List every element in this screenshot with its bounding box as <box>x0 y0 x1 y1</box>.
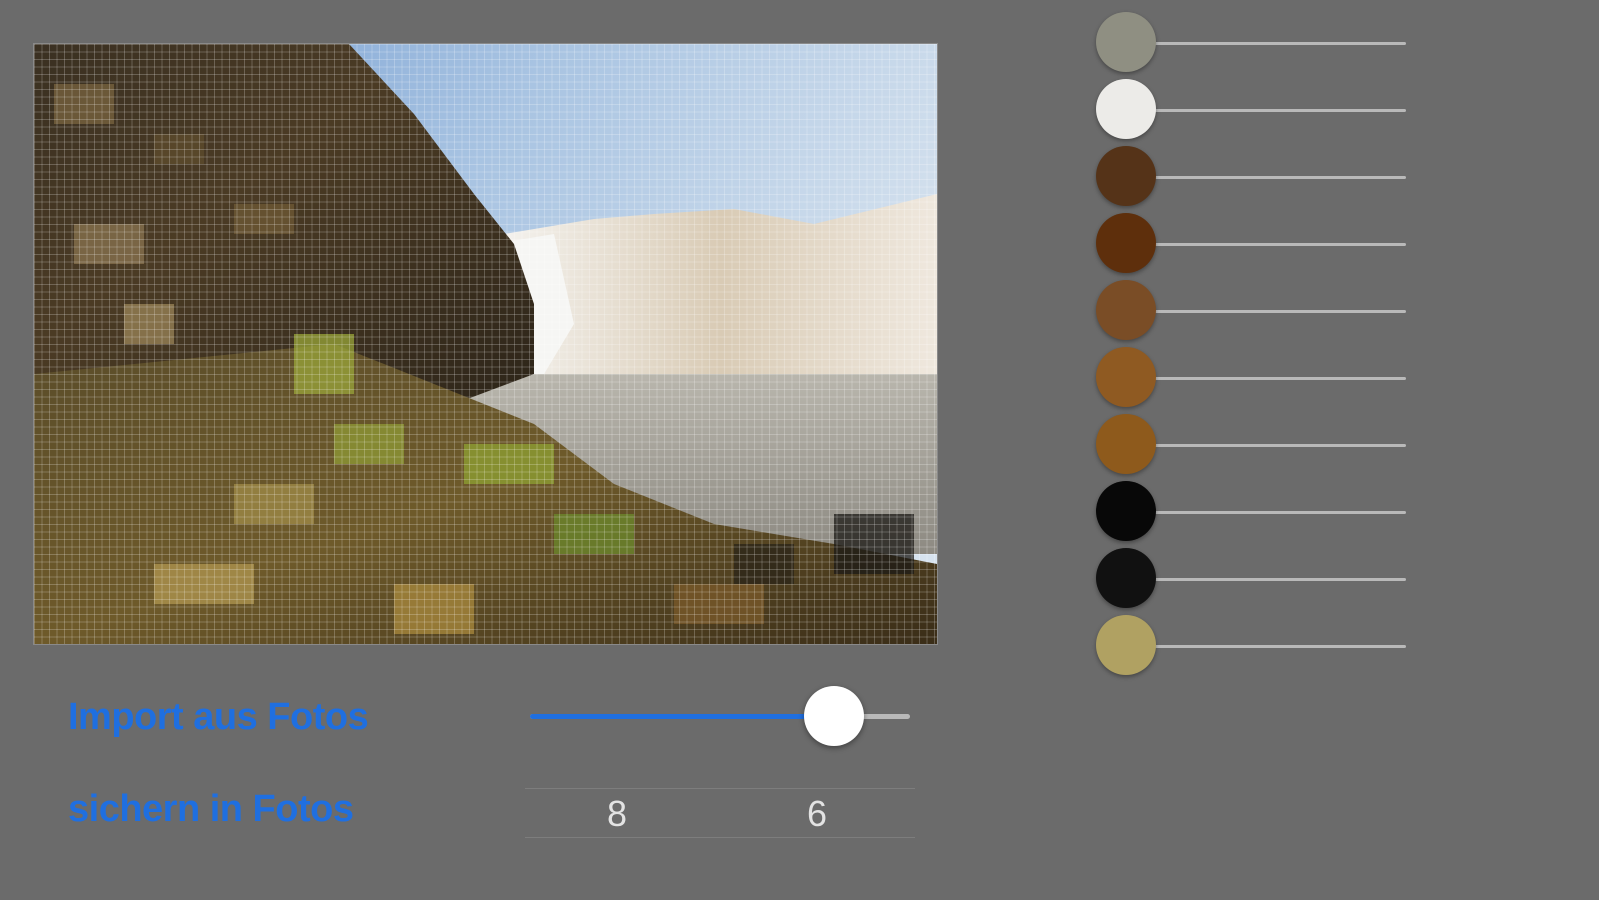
color-weight-slider[interactable] <box>1152 176 1406 179</box>
color-swatch[interactable] <box>1096 481 1156 541</box>
color-weight-slider[interactable] <box>1152 310 1406 313</box>
color-weight-slider[interactable] <box>1152 511 1406 514</box>
palette-color-row <box>1096 79 1406 146</box>
picker-value-left[interactable]: 8 <box>607 793 627 835</box>
color-swatch[interactable] <box>1096 347 1156 407</box>
color-weight-slider[interactable] <box>1152 109 1406 112</box>
color-weight-slider[interactable] <box>1152 578 1406 581</box>
color-weight-slider[interactable] <box>1152 645 1406 648</box>
color-palette <box>1096 12 1406 682</box>
color-weight-slider[interactable] <box>1152 243 1406 246</box>
value-picker[interactable]: 8 6 <box>525 788 915 838</box>
palette-color-row <box>1096 213 1406 280</box>
picker-value-right[interactable]: 6 <box>807 793 827 835</box>
color-swatch[interactable] <box>1096 79 1156 139</box>
import-from-photos-link[interactable]: Import aus Fotos <box>68 696 369 739</box>
color-swatch[interactable] <box>1096 213 1156 273</box>
slider-thumb[interactable] <box>804 686 864 746</box>
color-swatch[interactable] <box>1096 414 1156 474</box>
palette-color-row <box>1096 548 1406 615</box>
palette-color-row <box>1096 481 1406 548</box>
color-weight-slider[interactable] <box>1152 444 1406 447</box>
slider-track-fill <box>530 714 834 719</box>
palette-color-row <box>1096 280 1406 347</box>
color-swatch[interactable] <box>1096 12 1156 72</box>
palette-color-row <box>1096 12 1406 79</box>
color-swatch[interactable] <box>1096 548 1156 608</box>
color-weight-slider[interactable] <box>1152 42 1406 45</box>
palette-color-row <box>1096 414 1406 481</box>
pixel-art-image <box>34 44 937 644</box>
color-swatch[interactable] <box>1096 615 1156 675</box>
palette-color-row <box>1096 615 1406 682</box>
palette-color-row <box>1096 146 1406 213</box>
color-swatch[interactable] <box>1096 146 1156 206</box>
pixelated-image-preview <box>34 44 937 644</box>
save-to-photos-link[interactable]: sichern in Fotos <box>68 788 354 831</box>
color-swatch[interactable] <box>1096 280 1156 340</box>
color-weight-slider[interactable] <box>1152 377 1406 380</box>
palette-color-row <box>1096 347 1406 414</box>
pixel-size-slider[interactable] <box>530 686 910 746</box>
